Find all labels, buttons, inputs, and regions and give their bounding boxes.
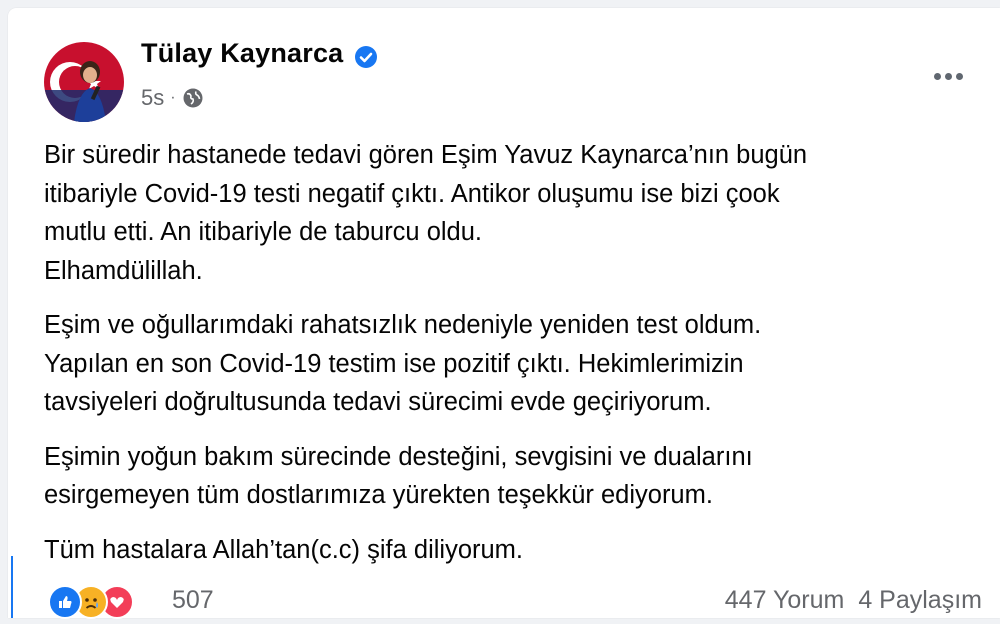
avatar[interactable]: [44, 42, 124, 122]
profile-photo: [44, 42, 124, 122]
timestamp-link[interactable]: 5s: [141, 85, 164, 111]
post-body: Bir süredir hastanede tedavi gören Eşim …: [44, 136, 974, 585]
post-stats: 447 Yorum 4 Paylaşım: [725, 586, 982, 615]
post-footer: 507 447 Yorum 4 Paylaşım: [44, 580, 984, 624]
reaction-count[interactable]: 507: [172, 586, 214, 615]
post-paragraph: Tüm hastalara Allah’tan(c.c) şifa diliyo…: [44, 535, 524, 564]
comments-count-link[interactable]: 447 Yorum: [725, 586, 845, 615]
post-card: Tülay Kaynarca 5s · Bir süredir hastaned…: [8, 8, 1000, 619]
more-options-icon[interactable]: [926, 64, 970, 88]
left-accent-bar: [11, 556, 13, 618]
post-meta: 5s ·: [141, 84, 204, 112]
post-paragraph: Eşimin yoğun bakım sürecinde desteğini, …: [44, 442, 753, 510]
globe-icon[interactable]: [182, 87, 204, 109]
verified-badge-icon: [355, 46, 377, 68]
post-paragraph: Bir süredir hastanede tedavi gören Eşim …: [44, 141, 808, 285]
reaction-icons[interactable]: [48, 584, 134, 620]
post-paragraph: Eşim ve oğullarımdaki rahatsızlık nedeni…: [44, 311, 762, 416]
like-icon: [48, 585, 82, 619]
shares-count-link[interactable]: 4 Paylaşım: [858, 586, 982, 615]
author-name[interactable]: Tülay Kaynarca: [141, 38, 343, 69]
separator-dot: ·: [170, 89, 176, 106]
